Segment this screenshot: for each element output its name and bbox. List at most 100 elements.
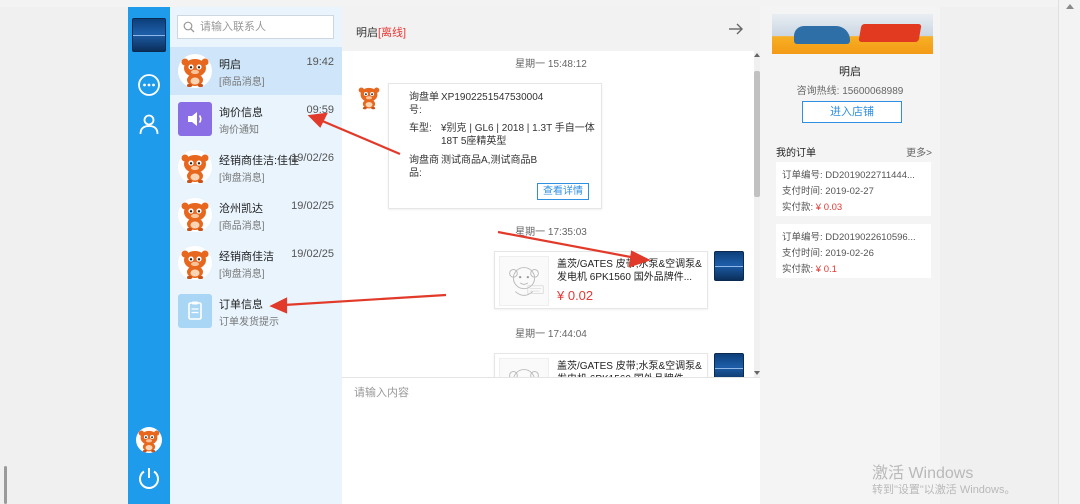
mascot-avatar — [178, 150, 212, 184]
contact-preview: 订单发货提示 — [219, 317, 279, 328]
contact-name: 询价信息 — [219, 107, 263, 119]
mascot-avatar — [356, 84, 382, 110]
order-card[interactable]: 订单编号: DD2019022610596... 支付时间: 2019-02-2… — [776, 224, 931, 278]
contact-item[interactable]: 明启 19:42 [商品消息] — [170, 47, 342, 95]
product-title: 盖茨/GATES 皮带;水泵&空调泵&发电机 6PK1560 国外品牌件... — [557, 259, 702, 283]
message-composer — [342, 377, 760, 504]
order-time-label: 支付时间: — [782, 186, 823, 197]
order-amount-value: ¥ 0.1 — [815, 264, 837, 275]
user-avatar[interactable] — [136, 427, 162, 453]
product-price: ¥ 0.02 — [557, 288, 594, 303]
shop-name: 明启 — [839, 66, 861, 78]
speaker-icon — [178, 102, 212, 136]
view-details-button[interactable]: 查看详情 — [537, 183, 589, 200]
banner-logo — [858, 24, 922, 42]
order-amount-value: ¥ 0.03 — [815, 202, 843, 213]
mascot-avatar — [178, 198, 212, 232]
contact-preview: 询价通知 — [219, 125, 259, 136]
order-number: 订单编号: DD2019022610596... — [782, 229, 928, 243]
inquiry-value: 测试商品A,测试商品B — [441, 155, 538, 166]
order-number-label: 订单编号: — [782, 170, 823, 181]
inquiry-card: 询盘单号: XP1902251547530004 车型: ¥别克 | GL6 |… — [388, 83, 602, 209]
contact-name: 经销商佳洁:佳佳 — [219, 155, 300, 167]
nav-rail — [128, 7, 170, 504]
order-time: 支付时间: 2019-02-26 — [782, 245, 928, 259]
enter-shop-button[interactable]: 进入店铺 — [802, 101, 902, 123]
search-input[interactable] — [200, 18, 330, 36]
my-avatar — [714, 251, 744, 281]
product-thumbnail — [499, 256, 549, 306]
inquiry-label: 车型: — [409, 123, 432, 134]
order-time-value: 2019-02-27 — [825, 186, 874, 197]
chat-status: [离线] — [378, 27, 407, 39]
im-app: 明启 19:42 [商品消息] 询价信息 09:59 询价通知 经销商佳洁:佳佳… — [128, 7, 940, 504]
order-amount: 实付款: ¥ 0.1 — [782, 261, 928, 275]
shop-info-panel: 明启 咨询热线: 15600068989 进入店铺 我的订单 更多> 订单编号:… — [760, 7, 940, 504]
contact-preview: [商品消息] — [219, 77, 265, 88]
contact-time: 19:42 — [306, 56, 334, 68]
contact-list-panel: 明启 19:42 [商品消息] 询价信息 09:59 询价通知 经销商佳洁:佳佳… — [170, 7, 342, 504]
contact-name: 订单信息 — [219, 299, 263, 311]
windows-watermark: 激活 Windows — [872, 465, 974, 482]
contact-preview: [询盘消息] — [219, 269, 265, 280]
order-number: 订单编号: DD2019022711444... — [782, 167, 928, 181]
order-amount: 实付款: ¥ 0.03 — [782, 199, 928, 213]
contact-name: 明启 — [219, 59, 241, 71]
contact-search — [177, 15, 334, 39]
contact-item[interactable]: 询价信息 09:59 询价通知 — [170, 95, 342, 143]
inquiry-label: 询盘商品: — [409, 155, 439, 179]
product-thumbnail — [499, 358, 549, 377]
order-number-label: 订单编号: — [782, 232, 823, 243]
phone-label: 咨询热线: — [796, 86, 840, 97]
order-time-value: 2019-02-26 — [825, 248, 874, 259]
clipboard-icon — [178, 294, 212, 328]
message-list[interactable]: 星期一 15:48:12 询盘单号: XP1902251547530004 车型… — [342, 51, 760, 377]
orders-more-link[interactable]: 更多> — [906, 144, 932, 159]
contact-time: 19/02/25 — [291, 200, 334, 212]
message-input[interactable] — [354, 384, 750, 494]
contact-item[interactable]: 经销商佳洁:佳佳 19/02/26 [询盘消息] — [170, 143, 342, 191]
scroll-up-icon[interactable] — [1066, 4, 1074, 9]
chat-header: 明启[离线] — [342, 7, 760, 51]
inquiry-value: XP1902251547530004 — [441, 92, 544, 103]
windows-watermark-hint: 转到"设置"以激活 Windows。 — [872, 484, 1016, 496]
left-edge-scroll[interactable] — [4, 466, 7, 504]
chat-peer-name: 明启 — [356, 27, 378, 39]
chat-bubble-icon[interactable] — [137, 73, 161, 97]
contact-time: 19/02/26 — [291, 152, 334, 164]
order-time-label: 支付时间: — [782, 248, 823, 259]
product-card[interactable]: 盖茨/GATES 皮带;水泵&空调泵&发电机 6PK1560 国外品牌件... — [494, 353, 708, 377]
contact-time: 19/02/25 — [291, 248, 334, 260]
mascot-avatar — [178, 54, 212, 88]
app-logo — [132, 18, 166, 52]
shop-phone: 咨询热线: 15600068989 — [760, 82, 940, 97]
message-timestamp: 星期一 17:35:03 — [515, 227, 587, 238]
order-number-value: DD2019022711444... — [825, 170, 915, 181]
inquiry-label: 询盘单号: — [409, 92, 439, 116]
power-icon[interactable] — [136, 465, 162, 491]
contact-item[interactable]: 经销商佳洁 19/02/25 [询盘消息] — [170, 239, 342, 287]
browser-scrollbar[interactable] — [1058, 0, 1080, 504]
forward-arrow-icon[interactable] — [728, 21, 744, 37]
contact-item[interactable]: 订单信息 订单发货提示 — [170, 287, 342, 335]
chat-title: 明启[离线] — [356, 24, 406, 40]
product-title: 盖茨/GATES 皮带;水泵&空调泵&发电机 6PK1560 国外品牌件... — [557, 361, 702, 377]
order-time: 支付时间: 2019-02-27 — [782, 183, 928, 197]
order-number-value: DD2019022610596... — [825, 232, 916, 243]
browser-top-strip — [0, 0, 1058, 7]
my-avatar — [714, 353, 744, 377]
phone-number: 15600068989 — [842, 86, 904, 97]
order-amount-label: 实付款: — [782, 264, 814, 275]
user-icon[interactable] — [137, 112, 161, 136]
shop-banner-image — [772, 14, 933, 54]
contact-name: 经销商佳洁 — [219, 251, 274, 263]
chat-panel: 明启[离线] 星期一 15:48:12 询盘单号: XP190225154753… — [342, 7, 760, 504]
contact-item[interactable]: 沧州凯达 19/02/25 [商品消息] — [170, 191, 342, 239]
message-timestamp: 星期一 15:48:12 — [515, 59, 587, 70]
product-card[interactable]: 盖茨/GATES 皮带;水泵&空调泵&发电机 6PK1560 国外品牌件... … — [494, 251, 708, 309]
mascot-avatar — [178, 246, 212, 280]
banner-car — [794, 26, 850, 44]
contact-preview: [询盘消息] — [219, 173, 265, 184]
order-card[interactable]: 订单编号: DD2019022711444... 支付时间: 2019-02-2… — [776, 162, 931, 216]
search-icon — [183, 21, 195, 33]
